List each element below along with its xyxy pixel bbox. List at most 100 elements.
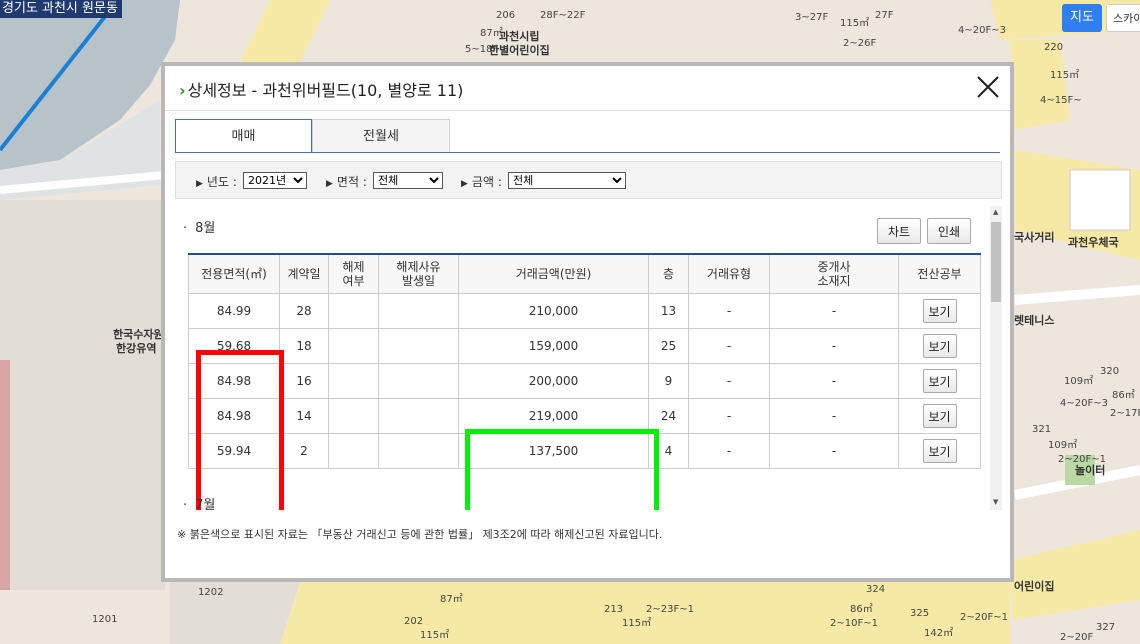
bullet-icon: ·	[183, 498, 188, 510]
map-number: 220	[1044, 42, 1064, 53]
map-number: 27F	[875, 10, 894, 21]
header-cancel-date: 해제사유 발생일	[378, 253, 459, 294]
view-registry-button[interactable]: 보기	[922, 439, 957, 463]
map-number: 324	[866, 584, 886, 595]
print-button[interactable]: 인쇄	[927, 218, 971, 244]
cell-agent: -	[769, 398, 899, 434]
price-highlight-box	[465, 429, 659, 510]
table-row: 84.98 16 200,000 9 - - 보기	[188, 363, 981, 399]
map-number: 28F~22F	[540, 10, 586, 21]
transactions-scroll-area[interactable]: · 8월 차트 인쇄 전용면적(㎡) 계약일 해제 여부 해제사유 발생일 거래금…	[175, 206, 1002, 510]
area-filter-label: ▶ 면적 :	[326, 175, 367, 189]
cell-registry: 보기	[898, 398, 981, 434]
year-filter-label: ▶ 년도 :	[196, 175, 237, 189]
scrollbar[interactable]: ▲ ▼	[990, 206, 1002, 510]
map-number: 213	[604, 604, 624, 615]
view-registry-button[interactable]: 보기	[922, 299, 957, 323]
tab-divider	[175, 152, 1000, 153]
area-select[interactable]: 전체	[373, 172, 443, 189]
cell-floor: 25	[648, 328, 689, 364]
map-number: 2~26F	[843, 38, 877, 49]
skyview-button[interactable]: 스카이	[1106, 4, 1140, 32]
filter-bar: ▶ 년도 : 2021년 ▶ 면적 : 전체 ▶ 금액 : 전체	[175, 161, 1002, 199]
cell-agent: -	[769, 433, 899, 469]
bullet-icon: ·	[183, 221, 188, 236]
map-number: 2~23F~1	[646, 604, 694, 615]
area-highlight-box	[196, 350, 284, 510]
cell-agent: -	[769, 363, 899, 399]
cell-cancel-date	[378, 328, 459, 364]
map-number: 115㎡	[622, 618, 652, 629]
cell-cancel	[328, 433, 379, 469]
header-contract-day: 계약일	[279, 253, 329, 294]
cell-floor: 9	[648, 363, 689, 399]
cell-type: -	[688, 293, 770, 329]
map-number: 3~27F	[795, 12, 829, 23]
map-number: 2~20F~1	[1058, 454, 1106, 465]
price-filter-label: ▶ 금액 :	[461, 175, 502, 189]
cell-cancel	[328, 363, 379, 399]
view-registry-button[interactable]: 보기	[922, 369, 957, 393]
table-header-row: 전용면적(㎡) 계약일 해제 여부 해제사유 발생일 거래금액(만원) 층 거래…	[188, 253, 981, 294]
cell-cancel-date	[378, 433, 459, 469]
tab-rent[interactable]: 전월세	[312, 119, 450, 153]
cell-cancel-date	[378, 363, 459, 399]
view-registry-button[interactable]: 보기	[922, 334, 957, 358]
cell-price: 200,000	[458, 363, 649, 399]
header-area: 전용면적(㎡)	[188, 253, 280, 294]
price-select[interactable]: 전체	[508, 172, 626, 189]
map-number: 2~17F	[1110, 408, 1140, 419]
map-number: 5~18F	[465, 44, 499, 55]
map-number: 4~20F~3	[958, 25, 1006, 36]
map-number: 87㎡	[480, 28, 503, 39]
map-number: 142㎡	[924, 628, 954, 639]
map-view-button[interactable]: 지도	[1062, 4, 1102, 32]
year-select[interactable]: 2021년	[243, 172, 307, 189]
map-number: 115㎡	[840, 18, 870, 29]
map-number: 86㎡	[850, 604, 873, 615]
detail-dialog: › 상세정보 - 과천위버필드(10, 별양로 11) 매매 전월세 ▶ 년도 : …	[161, 62, 1014, 582]
view-registry-button[interactable]: 보기	[922, 404, 957, 428]
map-number: 206	[496, 10, 516, 21]
triangle-right-icon: ▶	[196, 179, 203, 189]
map-number: 2~20F	[1060, 632, 1094, 643]
cell-floor: 13	[648, 293, 689, 329]
map-number: 325	[910, 608, 930, 619]
map-number: 115㎡	[1050, 70, 1080, 81]
month-heading: · 7월	[183, 494, 215, 510]
month-heading: · 8월	[183, 221, 216, 236]
triangle-right-icon: ▶	[326, 179, 333, 189]
cell-cancel	[328, 328, 379, 364]
chevron-right-icon: ›	[179, 81, 186, 100]
map-number: 320	[1100, 366, 1120, 377]
cell-day: 2	[279, 433, 329, 469]
map-label: 한강유역	[116, 342, 157, 355]
map-number: 4~20F~3	[1060, 398, 1108, 409]
map-label: 국사거리	[1014, 231, 1055, 244]
cell-agent: -	[769, 293, 899, 329]
header-deal-type: 거래유형	[688, 253, 770, 294]
map-number: 86㎡	[1112, 390, 1135, 401]
cell-day: 16	[279, 363, 329, 399]
cell-cancel	[328, 398, 379, 434]
map-number: 1201	[92, 614, 118, 625]
scrollbar-thumb[interactable]	[991, 222, 1001, 302]
triangle-right-icon: ▶	[461, 179, 468, 189]
map-label: 렛테니스	[1014, 314, 1055, 327]
map-label: 어린이집	[1014, 580, 1055, 593]
chart-button[interactable]: 차트	[877, 218, 921, 244]
map-number: 321	[1032, 424, 1052, 435]
map-number: 109㎡	[1064, 376, 1094, 387]
map-number: 87㎡	[440, 594, 463, 605]
cell-type: -	[688, 433, 770, 469]
scroll-up-icon[interactable]: ▲	[993, 208, 998, 216]
header-price: 거래금액(만원)	[458, 253, 649, 294]
dialog-title: › 상세정보 - 과천위버필드(10, 별양로 11)	[179, 77, 463, 101]
scroll-down-icon[interactable]: ▼	[993, 498, 998, 506]
table-row: 84.99 28 210,000 13 - - 보기	[188, 293, 981, 329]
close-icon[interactable]	[974, 73, 1002, 101]
dialog-title-text: 상세정보 - 과천위버필드(10, 별양로 11)	[187, 81, 464, 100]
cell-registry: 보기	[898, 363, 981, 399]
map-number: 115㎡	[420, 630, 450, 641]
tab-sale[interactable]: 매매	[175, 119, 312, 153]
